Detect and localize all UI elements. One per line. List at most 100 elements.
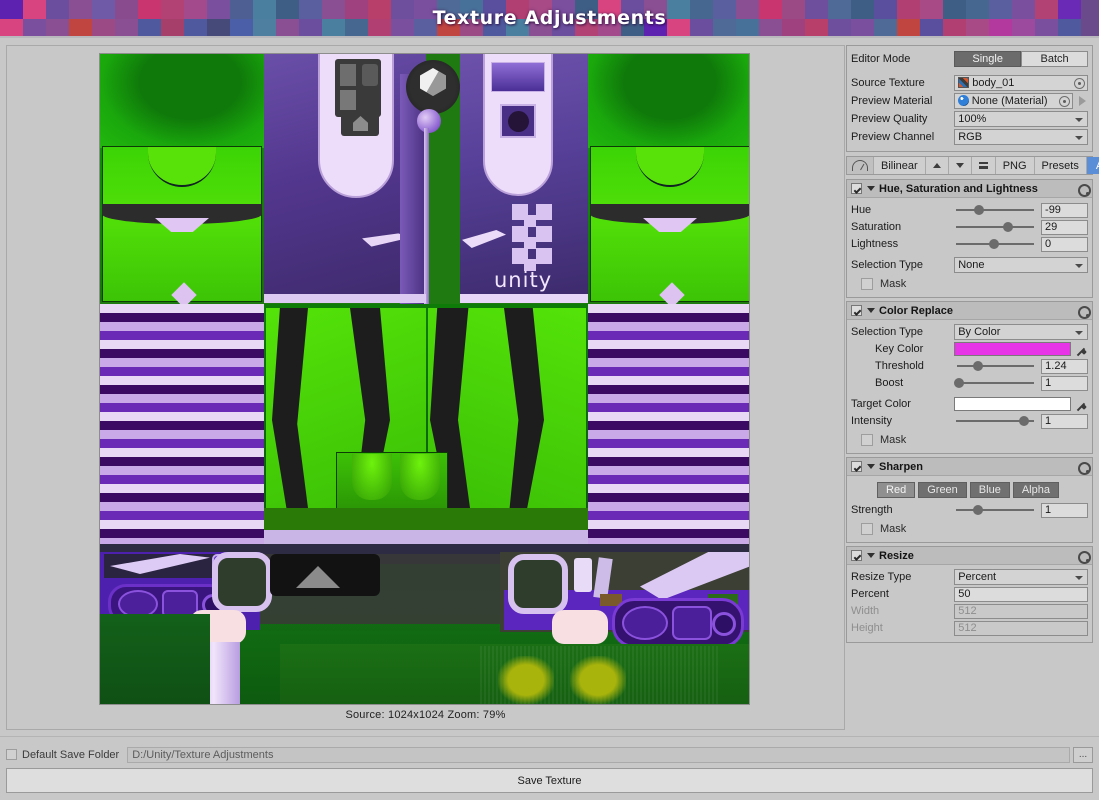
module-enable-checkbox[interactable] xyxy=(851,183,862,194)
save-texture-button[interactable]: Save Texture xyxy=(6,768,1093,793)
save-path-field[interactable]: D:/Unity/Texture Adjustments xyxy=(127,746,1070,763)
lightness-slider[interactable] xyxy=(953,236,1037,252)
gear-icon[interactable] xyxy=(1077,461,1091,475)
default-save-folder-label: Default Save Folder xyxy=(22,748,120,761)
lightness-value[interactable]: 0 xyxy=(1041,236,1088,252)
module-enable-checkbox[interactable] xyxy=(851,550,862,561)
module-title: Color Replace xyxy=(879,304,953,317)
chevron-down-icon[interactable] xyxy=(867,186,875,191)
channel-alpha-button[interactable]: Alpha xyxy=(1012,482,1059,498)
chevron-down-icon xyxy=(1075,117,1083,122)
gauge-icon xyxy=(852,160,868,171)
saturation-value[interactable]: 29 xyxy=(1041,219,1088,235)
source-texture-picker-button[interactable] xyxy=(1074,77,1085,89)
preview-channel-row: Preview Channel RGB xyxy=(851,128,1088,145)
gear-icon[interactable] xyxy=(1077,183,1091,197)
browse-button[interactable]: ... xyxy=(1073,746,1093,763)
filter-gauge-button[interactable] xyxy=(847,157,874,174)
threshold-value[interactable]: 1.24 xyxy=(1041,358,1088,374)
strength-value[interactable]: 1 xyxy=(1041,502,1088,518)
cr-selection-type-dropdown[interactable]: By Color xyxy=(954,324,1088,340)
filter-mode-button[interactable]: Bilinear xyxy=(874,157,926,174)
presets-button[interactable]: Presets xyxy=(1034,157,1087,174)
title-bar: Texture Adjustments xyxy=(0,0,1099,38)
move-down-button[interactable] xyxy=(948,157,972,174)
height-label: Height xyxy=(851,622,883,634)
sharpen-mask-row[interactable]: Mask xyxy=(851,521,1088,537)
module-header[interactable]: Sharpen xyxy=(847,458,1092,476)
height-row: Height 512 xyxy=(851,620,1088,636)
cr-mask-row[interactable]: Mask xyxy=(851,432,1088,448)
sharpen-mask-checkbox[interactable] xyxy=(861,523,873,535)
cr-selection-type-row: Selection Type By Color xyxy=(851,324,1088,340)
channel-red-button[interactable]: Red xyxy=(877,482,916,498)
hue-slider-knob[interactable] xyxy=(974,205,985,215)
cr-mask-checkbox[interactable] xyxy=(861,434,873,446)
module-resize: Resize Resize Type Percent Percent 50 Wi… xyxy=(846,546,1093,643)
module-header[interactable]: Resize xyxy=(847,547,1092,565)
preview-material-picker-button[interactable] xyxy=(1059,95,1071,107)
preview-quality-row: Preview Quality 100% xyxy=(851,110,1088,127)
hue-slider[interactable] xyxy=(953,202,1037,218)
source-texture-row: Source Texture body_01 xyxy=(851,74,1088,91)
editor-mode-row: Editor Mode Single Batch xyxy=(851,50,1088,67)
percent-label: Percent xyxy=(851,588,889,600)
percent-input[interactable]: 50 xyxy=(954,586,1088,602)
gear-icon[interactable] xyxy=(1077,550,1091,564)
chevron-down-icon xyxy=(1075,331,1083,335)
gear-icon[interactable] xyxy=(1077,305,1091,319)
saturation-slider[interactable] xyxy=(953,219,1037,235)
format-button[interactable]: PNG xyxy=(995,157,1035,174)
boost-label: Boost xyxy=(875,377,904,389)
chevron-down-icon[interactable] xyxy=(867,308,875,313)
boost-value[interactable]: 1 xyxy=(1041,375,1088,391)
channel-green-button[interactable]: Green xyxy=(918,482,967,498)
hsl-selection-type-dropdown[interactable]: None xyxy=(954,257,1088,273)
editor-mode-batch-button[interactable]: Batch xyxy=(1021,50,1088,67)
app-window: Texture Adjustments unity Source: 1024x1… xyxy=(0,0,1099,800)
saturation-slider-knob[interactable] xyxy=(1003,222,1014,232)
hsl-selection-type-label: Selection Type xyxy=(851,259,923,271)
move-up-button[interactable] xyxy=(925,157,949,174)
hue-value[interactable]: -99 xyxy=(1041,202,1088,218)
texture-preview-canvas[interactable]: unity xyxy=(99,53,750,705)
hsl-mask-label: Mask xyxy=(880,278,907,290)
module-color-replace: Color Replace Selection Type By Color Ke… xyxy=(846,301,1093,454)
add-module-button[interactable]: Add xyxy=(1086,157,1099,174)
module-enable-checkbox[interactable] xyxy=(851,305,862,316)
boost-slider-knob[interactable] xyxy=(953,378,964,388)
editor-mode-toggle[interactable]: Single Batch xyxy=(954,50,1088,67)
intensity-slider-knob[interactable] xyxy=(1019,416,1030,426)
intensity-slider[interactable] xyxy=(953,413,1037,429)
default-save-folder-checkbox[interactable] xyxy=(6,749,17,760)
resize-type-dropdown[interactable]: Percent xyxy=(954,569,1088,585)
module-header[interactable]: Color Replace xyxy=(847,302,1092,320)
boost-slider[interactable] xyxy=(953,375,1038,391)
module-enable-checkbox[interactable] xyxy=(851,461,862,472)
preview-channel-dropdown[interactable]: RGB xyxy=(954,128,1088,145)
hsl-mask-row[interactable]: Mask xyxy=(851,276,1088,292)
preview-material-field[interactable]: None (Material) xyxy=(953,92,1074,109)
chevron-down-icon[interactable] xyxy=(867,464,875,469)
key-color-swatch[interactable] xyxy=(954,342,1072,356)
editor-mode-single-button[interactable]: Single xyxy=(954,50,1022,67)
width-label: Width xyxy=(851,605,880,617)
menu-button[interactable] xyxy=(971,157,996,174)
threshold-slider-knob[interactable] xyxy=(972,361,983,371)
strength-slider-knob[interactable] xyxy=(973,505,984,515)
source-texture-field[interactable]: body_01 xyxy=(954,74,1088,91)
chevron-down-icon[interactable] xyxy=(867,553,875,558)
intensity-value[interactable]: 1 xyxy=(1041,413,1088,429)
strength-slider[interactable] xyxy=(953,502,1037,518)
channel-blue-button[interactable]: Blue xyxy=(969,482,1010,498)
hsl-mask-checkbox[interactable] xyxy=(861,278,873,290)
play-icon[interactable] xyxy=(1076,96,1088,106)
cr-selection-type-value: By Color xyxy=(958,326,1001,338)
module-header[interactable]: Hue, Saturation and Lightness xyxy=(847,180,1092,198)
lightness-slider-knob[interactable] xyxy=(989,239,1000,249)
preview-quality-dropdown[interactable]: 100% xyxy=(954,110,1088,127)
target-color-swatch[interactable] xyxy=(953,397,1072,411)
threshold-slider[interactable] xyxy=(954,358,1038,374)
hsl-selection-type-value: None xyxy=(958,259,985,271)
bottom-bar: Default Save Folder D:/Unity/Texture Adj… xyxy=(0,736,1099,800)
